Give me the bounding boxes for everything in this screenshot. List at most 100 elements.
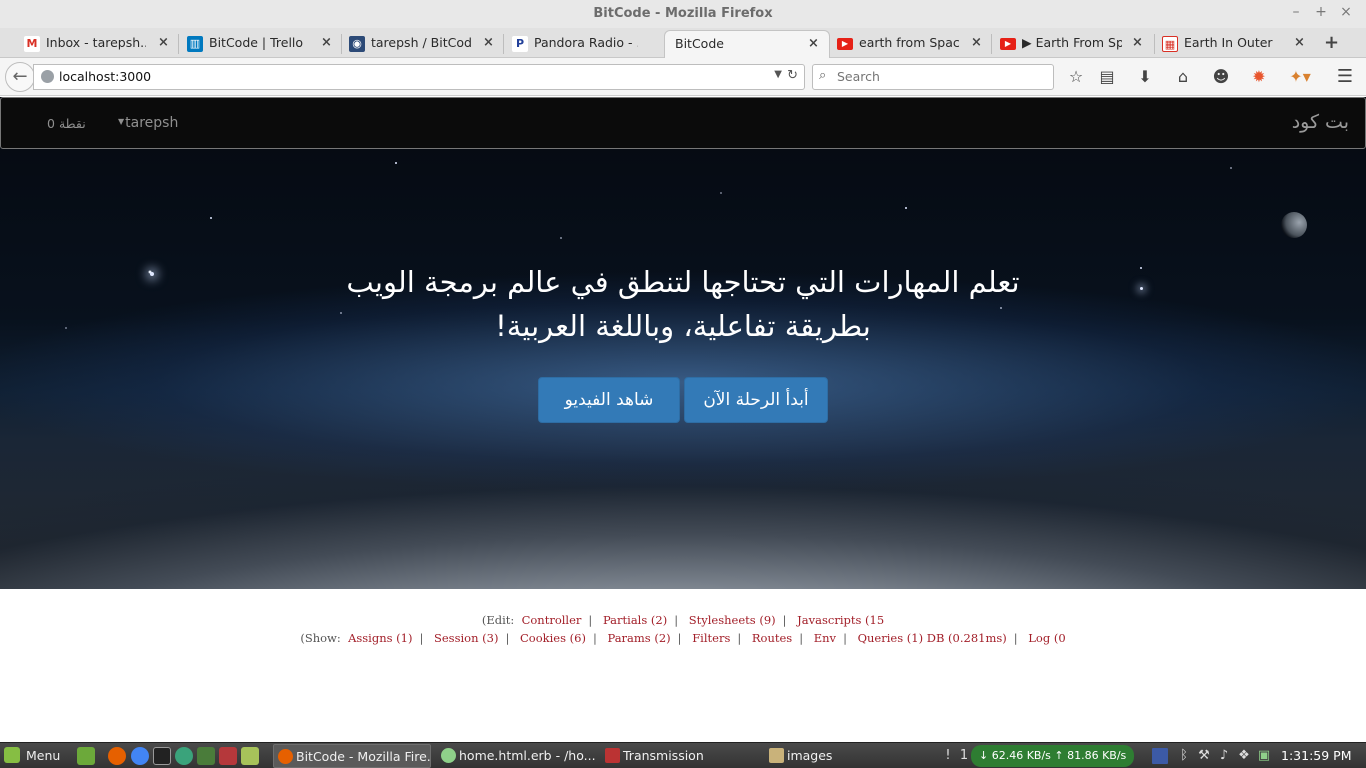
hero-headline-line-1: تعلم المهارات التي تحتاجها لتنطق في عالم… [346, 265, 1020, 299]
files-launcher-icon[interactable] [241, 747, 259, 765]
site-navbar: بت كود ▼tarepsh 0 نقطة [0, 97, 1366, 149]
task-transmission[interactable]: Transmission [601, 744, 759, 768]
system-clock[interactable]: 1:31:59 PM [1281, 748, 1351, 763]
bluetooth-icon[interactable]: ᛒ [1176, 748, 1192, 764]
pandora-icon: P [512, 36, 528, 52]
tab-close-icon[interactable]: × [483, 35, 494, 50]
new-tab-icon[interactable]: + [1324, 32, 1339, 53]
hero-headline-line-2: بطريقة تفاعلية، وباللغة العربية! [495, 309, 871, 343]
task-images-folder[interactable]: images [765, 744, 923, 768]
show-cookies-link[interactable]: Cookies (6) [520, 631, 586, 645]
volume-icon[interactable]: ♪ [1216, 748, 1232, 764]
gmail-icon: M [24, 36, 40, 52]
tab-trello[interactable]: ▥ BitCode | Trello × [183, 30, 342, 58]
network-launcher-icon[interactable] [175, 747, 193, 765]
start-menu-button[interactable]: Menu [4, 747, 60, 763]
close-window-button[interactable]: × [1337, 4, 1355, 20]
task-firefox[interactable]: BitCode - Mozilla Fire... [273, 744, 431, 768]
firefox-icon [278, 749, 293, 764]
tab-title: Pandora Radio - ... [534, 35, 638, 50]
tab-title: earth from Spac... [859, 35, 961, 50]
firefox-launcher-icon[interactable] [108, 747, 126, 765]
update-status-icon[interactable]: ▣ [1256, 748, 1272, 764]
site-brand[interactable]: بت كود [1292, 111, 1349, 133]
show-log-link[interactable]: Log (0 [1028, 631, 1065, 645]
notification-alert-icon[interactable]: ! [940, 748, 956, 764]
show-env-link[interactable]: Env [814, 631, 836, 645]
hello-chat-icon[interactable]: ☻ [1209, 66, 1233, 88]
debug-edit-links: (Edit: Controller | Partials (2) | Stylesh… [481, 613, 885, 627]
show-filters-link[interactable]: Filters [692, 631, 730, 645]
address-bar[interactable]: localhost:3000 ▼ ↻ [33, 64, 805, 90]
search-box[interactable]: ⌕ [812, 64, 1054, 90]
url-text[interactable]: localhost:3000 [59, 69, 151, 84]
downloads-icon[interactable]: ⬇ [1133, 66, 1157, 88]
reading-list-icon[interactable]: ▤ [1095, 66, 1119, 88]
edit-controller-link[interactable]: Controller [522, 613, 582, 627]
chrome-launcher-icon[interactable] [131, 747, 149, 765]
firebug-icon[interactable]: ✹ [1247, 66, 1271, 88]
edit-stylesheets-link[interactable]: Stylesheets (9) [689, 613, 776, 627]
home-icon[interactable]: ⌂ [1171, 66, 1195, 88]
edit-javascripts-link[interactable]: Javascripts (15 [797, 613, 884, 627]
trello-icon: ▥ [187, 36, 203, 52]
tab-close-icon[interactable]: × [1294, 35, 1305, 50]
edit-partials-link[interactable]: Partials (2) [603, 613, 667, 627]
show-params-link[interactable]: Params (2) [607, 631, 670, 645]
debug-show-links: (Show: Assigns (1) | Session (3) | Cookies… [300, 631, 1066, 645]
tab-close-icon[interactable]: × [971, 35, 982, 50]
transmission-icon [605, 748, 620, 763]
caret-down-icon: ▼ [118, 117, 125, 126]
user-dropdown[interactable]: ▼tarepsh [118, 115, 178, 131]
tab-title: ▶ Earth From Sp... [1022, 35, 1122, 50]
editor-icon [441, 748, 456, 763]
hamburger-menu-icon[interactable]: ☰ [1333, 66, 1357, 88]
tab-close-icon[interactable]: × [158, 35, 169, 50]
tab-images[interactable]: ▦ Earth In Outer S... × [1158, 30, 1313, 58]
update-manager-icon[interactable] [197, 747, 215, 765]
system-taskbar: Menu BitCode - Mozilla Fire... home.html… [0, 742, 1366, 768]
show-queries-link[interactable]: Queries (1) DB (0.281ms) [858, 631, 1007, 645]
us-flag-keyboard-icon[interactable] [1152, 748, 1168, 764]
show-routes-link[interactable]: Routes [752, 631, 792, 645]
moon-image [1281, 212, 1307, 238]
search-input[interactable] [837, 69, 1047, 84]
network-tools-icon[interactable]: ⚒ [1196, 748, 1212, 764]
start-journey-button[interactable]: أبدأ الرحلة الآن [684, 377, 828, 423]
tab-close-icon[interactable]: × [1132, 35, 1143, 50]
tab-title: Inbox - tarepsh... [46, 35, 146, 50]
extension-menu-icon[interactable]: ✦▾ [1284, 66, 1316, 88]
network-speed-indicator[interactable]: ↓ 62.46 KB/s ↑ 81.86 KB/s [971, 745, 1135, 767]
maximize-button[interactable]: + [1312, 4, 1330, 20]
dropbox-icon[interactable]: ❖ [1236, 748, 1252, 764]
show-assigns-link[interactable]: Assigns (1) [348, 631, 412, 645]
tab-close-icon[interactable]: × [321, 35, 332, 50]
tab-title: Earth In Outer S... [1184, 35, 1276, 50]
reload-icon[interactable]: ↻ [787, 68, 798, 83]
history-dropdown-icon[interactable]: ▼ [774, 69, 782, 80]
tab-github[interactable]: ◉ tarepsh / BitCod... × [345, 30, 504, 58]
show-desktop-icon[interactable] [77, 747, 95, 765]
tab-youtube-2[interactable]: ▶ ▶ Earth From Sp... × [996, 30, 1155, 58]
show-prefix: (Show: [300, 631, 341, 645]
bookmark-star-icon[interactable]: ☆ [1064, 66, 1088, 88]
globe-icon [41, 70, 54, 83]
task-label: home.html.erb - /ho... [459, 748, 595, 763]
youtube-icon: ▶ [1000, 38, 1016, 50]
app-launcher-icon[interactable] [219, 747, 237, 765]
tab-title: tarepsh / BitCod... [371, 35, 471, 50]
back-arrow-icon[interactable]: ← [5, 62, 35, 92]
minimize-button[interactable]: – [1287, 4, 1305, 20]
tab-youtube-1[interactable]: ▶ earth from Spac... × [833, 30, 992, 58]
tab-pandora[interactable]: P Pandora Radio - ... [508, 30, 663, 58]
terminal-launcher-icon[interactable] [153, 747, 171, 765]
points-counter: 0 نقطة [47, 116, 86, 131]
navigation-toolbar: ← localhost:3000 ▼ ↻ ⌕ ☆ ▤ ⬇ ⌂ ☻ ✹ ✦▾ ☰ [0, 58, 1366, 96]
task-editor[interactable]: home.html.erb - /ho... [437, 744, 595, 768]
watch-video-button[interactable]: شاهد الفيديو [538, 377, 680, 423]
tab-gmail[interactable]: M Inbox - tarepsh... × [20, 30, 179, 58]
show-session-link[interactable]: Session (3) [434, 631, 498, 645]
tab-close-icon[interactable]: × [808, 36, 819, 51]
github-icon: ◉ [349, 36, 365, 52]
tab-bitcode[interactable]: BitCode × [664, 30, 830, 59]
